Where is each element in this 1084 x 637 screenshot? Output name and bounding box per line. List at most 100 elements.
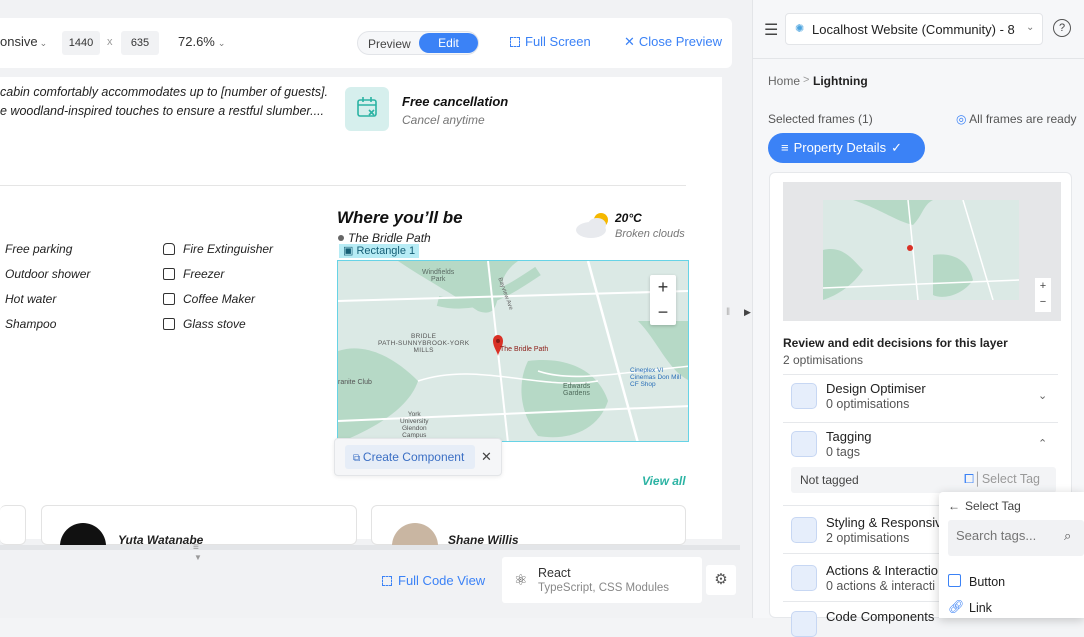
section-sub: 0 tags: [826, 445, 861, 459]
tag-option-label: Link: [969, 601, 992, 615]
chevron-down-icon[interactable]: ▼: [194, 553, 202, 562]
project-name: Localhost Website (Community) - 8: [812, 22, 1015, 37]
chevron-down-icon: ⌄: [1026, 22, 1035, 33]
view-all-link[interactable]: View all: [642, 474, 686, 488]
project-icon: ✺: [795, 23, 805, 35]
height-input[interactable]: 635: [121, 31, 159, 55]
calendar-icon: [345, 87, 389, 131]
width-input[interactable]: 1440: [62, 31, 100, 55]
map-thumbnail: [823, 200, 1019, 300]
section-title[interactable]: Styling & Responsiv: [826, 515, 942, 530]
resize-handle[interactable]: [0, 545, 740, 550]
breadcrumb-home[interactable]: Home: [768, 74, 800, 88]
review-card: [0, 505, 26, 545]
tag-row: Not tagged ⧠│Select Tag: [791, 467, 1056, 493]
chevron-right-icon[interactable]: ▶: [744, 307, 751, 318]
amenity-item: Hot water: [5, 292, 57, 306]
weather-desc: Broken clouds: [615, 228, 685, 240]
tag-option-label: Button: [969, 575, 1006, 589]
responsive-icon: [791, 517, 817, 543]
framework-selector[interactable]: ⚛ React TypeScript, CSS Modules: [502, 557, 702, 603]
framework-sub: TypeScript, CSS Modules: [538, 582, 670, 594]
amenity-item: Glass stove: [183, 317, 246, 331]
tag-search-input[interactable]: [956, 528, 1056, 543]
chevron-down-icon: ⌄: [39, 38, 48, 48]
select-tag-button[interactable]: ⧠│Select Tag: [964, 472, 1040, 487]
full-screen-button[interactable]: Full Screen: [510, 34, 591, 49]
divider: [783, 422, 1058, 423]
where-title: Where you’ll be: [337, 208, 463, 227]
stove-icon: [163, 318, 175, 330]
layer-tag[interactable]: ▣ Rectangle 1: [339, 244, 420, 258]
chevron-up-icon[interactable]: ⌃: [1038, 437, 1047, 450]
preview-edit-toggle[interactable]: Preview Edit: [357, 31, 479, 55]
zoom-in-button[interactable]: +: [650, 275, 676, 300]
location-name: The Bridle Path: [348, 231, 431, 245]
section-title[interactable]: Actions & Interactio: [826, 563, 938, 578]
gear-icon[interactable]: ⚙: [706, 565, 736, 595]
expand-icon: [510, 37, 520, 47]
frame-chip[interactable]: ≡ Property Details ✓: [768, 133, 925, 163]
zoom-out-button[interactable]: −: [650, 300, 676, 325]
map-label: Edwards Gardens: [563, 383, 591, 397]
amenity-item: Outdoor shower: [5, 267, 91, 281]
search-icon: ⌕: [1064, 528, 1072, 543]
design-optimiser-icon: [791, 383, 817, 409]
section-sub: 2 optimisations: [826, 531, 910, 545]
menu-icon[interactable]: ☰: [764, 20, 778, 40]
review-title: Review and edit decisions for this layer: [783, 336, 1008, 350]
chevron-down-icon[interactable]: ⌄: [1038, 389, 1047, 402]
device-select[interactable]: onsive ⌄: [0, 34, 47, 49]
times-sign: x: [107, 36, 113, 48]
not-tagged-label: Not tagged: [800, 473, 859, 487]
code-bar: ≡ ▼ Full Code View ⚛ React TypeScript, C…: [0, 542, 752, 618]
map-label: Cineplex VI Cinemas Don Mill CF Shop: [630, 367, 681, 388]
coffee-maker-icon: [163, 293, 175, 305]
framework-name: React: [538, 566, 571, 580]
freezer-icon: [163, 268, 175, 280]
create-component-button[interactable]: ⧉ Create Component: [345, 445, 475, 469]
interaction-icon: [791, 565, 817, 591]
cloud-sun-icon: [573, 210, 613, 240]
frames-ready-status: ◎ All frames are ready: [956, 112, 1077, 126]
drag-handle-icon[interactable]: ≡: [193, 542, 199, 553]
map-label: BRIDLE PATH-SUNNYBROOK-YORK MILLS: [378, 333, 470, 354]
help-icon[interactable]: ?: [1053, 19, 1071, 37]
map-label: Windfields Park: [422, 269, 455, 283]
weather-temp: 20°C: [615, 211, 642, 225]
preview-toolbar: onsive ⌄ 1440 x 635 72.6% ⌄ Preview Edit F…: [0, 18, 732, 68]
preview-toggle[interactable]: Preview: [368, 37, 411, 51]
full-code-view-button[interactable]: Full Code View: [382, 573, 485, 588]
breadcrumb-separator: >: [803, 74, 810, 86]
section-title[interactable]: Tagging: [826, 429, 872, 444]
section-sub: 0 optimisations: [826, 397, 910, 411]
check-circle-icon: ◎: [956, 112, 970, 126]
section-title[interactable]: Design Optimiser: [826, 381, 926, 396]
map-view[interactable]: Windfields Park Bayview Ave BRIDLE PATH-…: [337, 260, 689, 442]
review-card: Yuta Watanabe: [41, 505, 357, 569]
grip-icon[interactable]: ‖: [726, 307, 730, 318]
close-preview-button[interactable]: ✕ Close Preview: [624, 34, 722, 50]
tag-option-button[interactable]: Button: [939, 570, 1084, 594]
edit-toggle[interactable]: Edit: [419, 33, 478, 53]
amenity-item: Freezer: [183, 267, 225, 281]
review-card: Shane Willis: [371, 505, 686, 569]
check-circle-icon: ✓: [891, 140, 902, 155]
tag-icon: [791, 431, 817, 457]
tag-search-field[interactable]: ⌕: [948, 520, 1084, 556]
dropdown-header[interactable]: ← Select Tag: [948, 499, 1021, 513]
section-sub: 0 actions & interacti: [826, 579, 936, 593]
component-icon: ⧉: [353, 453, 363, 464]
list-icon: ≡: [781, 140, 789, 155]
free-cancellation-title: Free cancellation: [402, 94, 509, 109]
zoom-select[interactable]: 72.6% ⌄: [178, 34, 225, 49]
amenity-item: Free parking: [5, 242, 73, 256]
map-label: York University Glendon Campus: [400, 411, 429, 439]
project-select[interactable]: ✺ Localhost Website (Community) - 8 ⌄: [785, 13, 1043, 45]
tag-option-link[interactable]: 🔗︎ Link: [939, 596, 1084, 618]
fire-extinguisher-icon: [163, 243, 175, 255]
arrow-left-icon: ←: [948, 499, 960, 513]
section-title[interactable]: Code Components: [826, 609, 934, 624]
link-icon: 🔗︎: [948, 599, 965, 614]
close-icon[interactable]: ✕: [481, 449, 492, 465]
